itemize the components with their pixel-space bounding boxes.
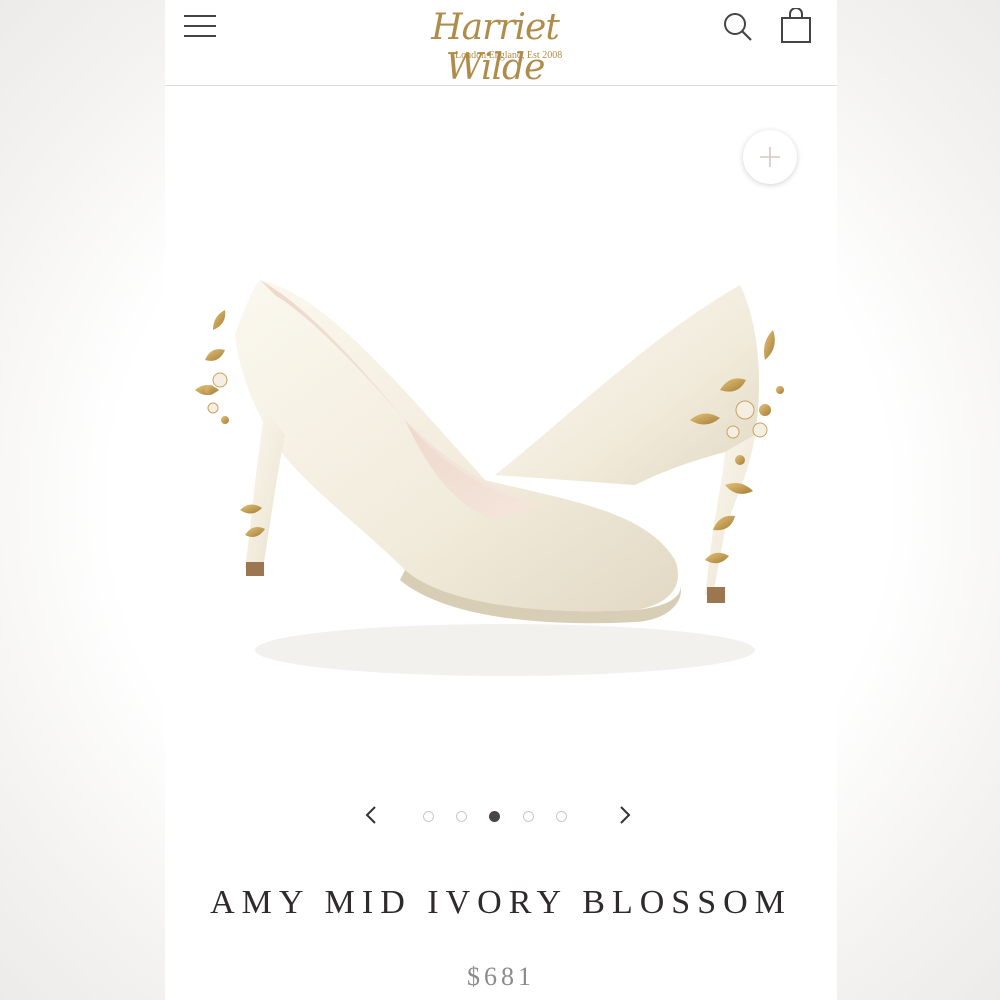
product-page: Harriet Wilde London England, Est 2008 A… bbox=[165, 0, 837, 1000]
product-title: AMY MID IVORY BLOSSOM bbox=[210, 884, 792, 921]
product-price: $681 bbox=[467, 962, 535, 991]
site-header: Harriet Wilde London England, Est 2008 bbox=[165, 0, 837, 88]
carousel-dot-1[interactable] bbox=[423, 811, 434, 822]
brand-logo-wordmark: Harriet Wilde bbox=[431, 7, 560, 88]
brand-logo-tagline: London England, Est 2008 bbox=[455, 50, 563, 61]
carousel-dot-2[interactable] bbox=[456, 811, 467, 822]
product-image[interactable] bbox=[165, 90, 837, 790]
carousel-dot-5[interactable] bbox=[556, 811, 567, 822]
brand-logo[interactable]: Harriet Wilde London England, Est 2008 bbox=[395, 0, 595, 88]
search-icon[interactable] bbox=[723, 12, 753, 42]
carousel-dot-4[interactable] bbox=[523, 811, 534, 822]
zoom-button[interactable] bbox=[743, 130, 797, 184]
carousel-dot-3[interactable] bbox=[489, 811, 500, 822]
shopping-bag-icon[interactable] bbox=[779, 7, 813, 44]
chevron-right-icon[interactable] bbox=[609, 800, 639, 830]
hamburger-menu-icon[interactable] bbox=[183, 12, 217, 40]
chevron-left-icon[interactable] bbox=[357, 800, 387, 830]
image-carousel-nav bbox=[165, 800, 837, 834]
